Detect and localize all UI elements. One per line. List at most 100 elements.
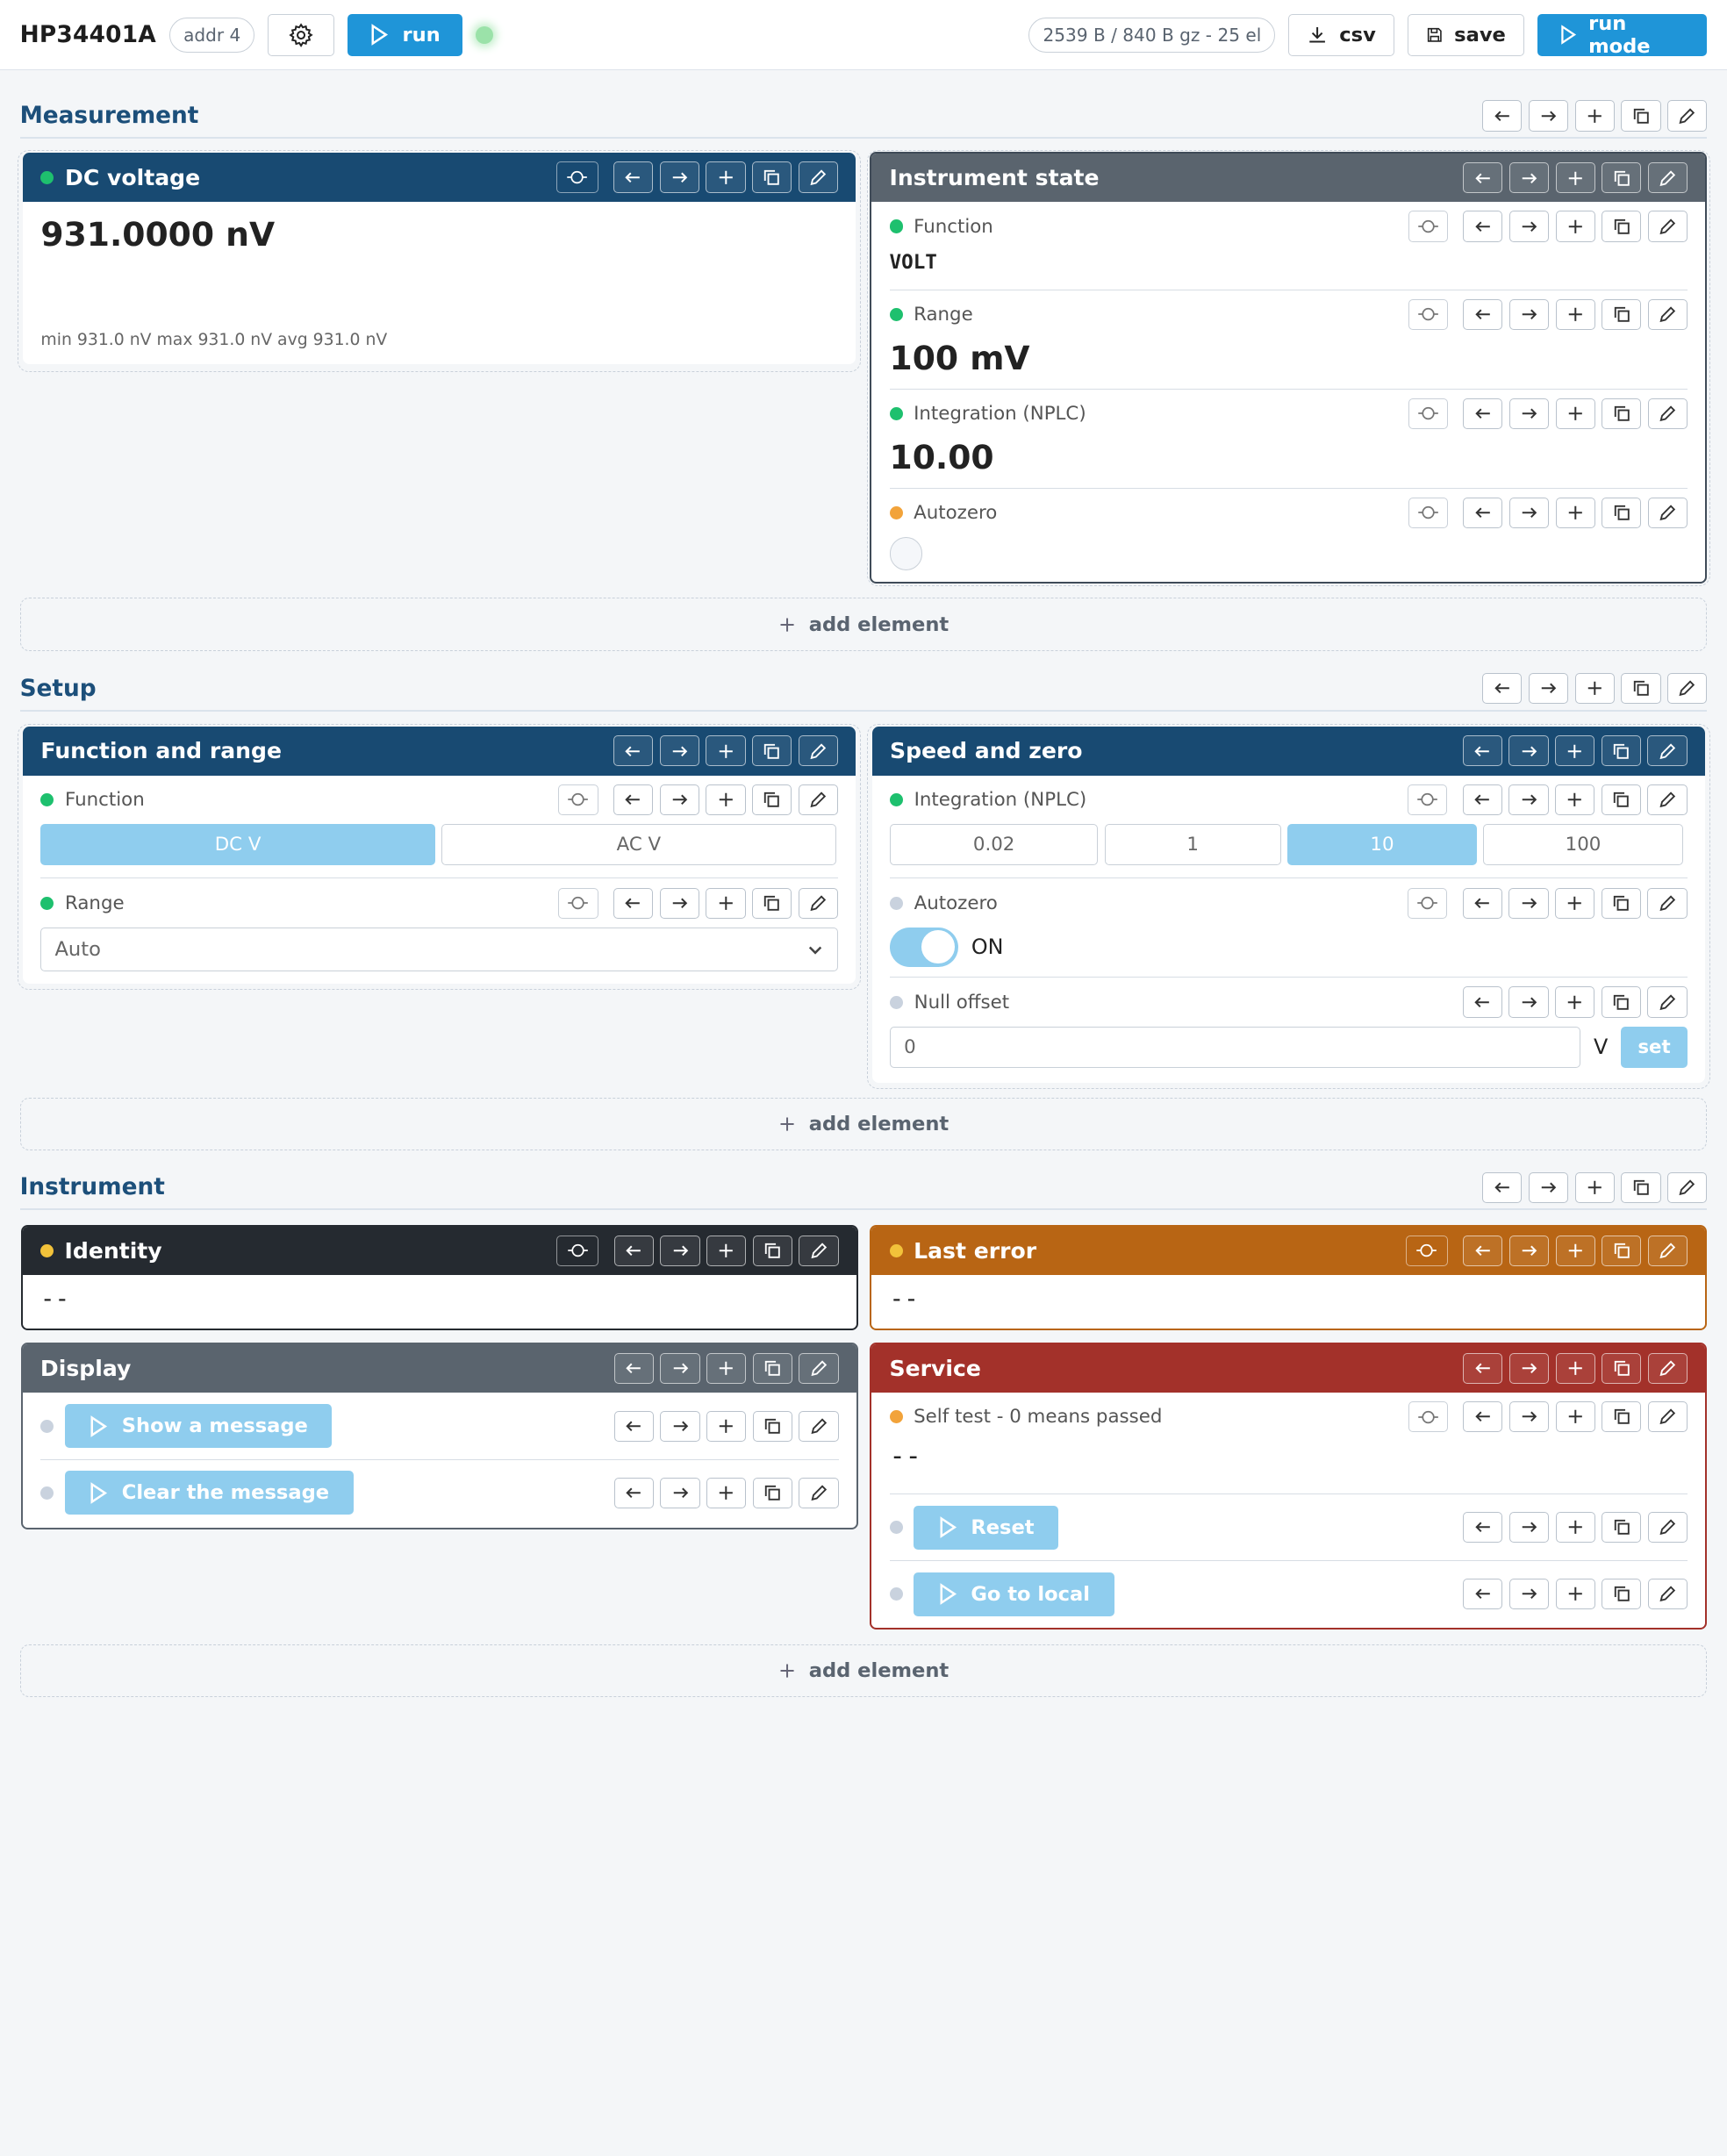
edit-button[interactable] bbox=[798, 784, 839, 815]
duplicate-button[interactable] bbox=[1601, 784, 1641, 815]
duplicate-button[interactable] bbox=[752, 1235, 792, 1266]
edit-button[interactable] bbox=[1667, 1171, 1708, 1203]
move-right-button[interactable] bbox=[659, 161, 699, 193]
add-element-button[interactable]: add element bbox=[19, 1098, 1708, 1151]
run-button[interactable]: run bbox=[347, 13, 462, 56]
edit-button[interactable] bbox=[1647, 1235, 1688, 1266]
move-right-button[interactable] bbox=[1529, 673, 1569, 705]
move-left-button[interactable] bbox=[1462, 986, 1502, 1018]
move-right-button[interactable] bbox=[1529, 1171, 1569, 1203]
edit-button[interactable] bbox=[1647, 1401, 1688, 1433]
move-left-button[interactable] bbox=[613, 784, 654, 815]
run-mode-button[interactable]: run mode bbox=[1537, 12, 1708, 58]
move-right-button[interactable] bbox=[1508, 1352, 1550, 1385]
move-right-button[interactable] bbox=[1508, 211, 1550, 242]
duplicate-button[interactable] bbox=[1621, 1171, 1661, 1203]
add-button[interactable] bbox=[1555, 735, 1595, 767]
duplicate-button[interactable] bbox=[1601, 735, 1641, 767]
move-right-button[interactable] bbox=[1508, 887, 1549, 919]
add-button[interactable] bbox=[1555, 1235, 1595, 1266]
add-button[interactable] bbox=[1574, 673, 1615, 705]
move-right-button[interactable] bbox=[1508, 298, 1550, 330]
settings-button[interactable] bbox=[268, 13, 334, 56]
edit-button[interactable] bbox=[1647, 398, 1688, 429]
reset-button[interactable]: Reset bbox=[914, 1505, 1059, 1550]
move-right-button[interactable] bbox=[660, 1477, 700, 1508]
move-left-button[interactable] bbox=[1482, 673, 1523, 705]
add-element-button[interactable]: add element bbox=[19, 1644, 1708, 1697]
add-button[interactable] bbox=[1555, 398, 1595, 429]
move-left-button[interactable] bbox=[1462, 735, 1502, 767]
option-nplc-1[interactable]: 1 bbox=[1104, 823, 1281, 866]
move-left-button[interactable] bbox=[1463, 1352, 1503, 1385]
range-select[interactable]: Auto bbox=[40, 927, 839, 971]
move-left-button[interactable] bbox=[1463, 1512, 1503, 1544]
move-right-button[interactable] bbox=[1508, 735, 1549, 767]
move-left-button[interactable] bbox=[613, 161, 654, 193]
add-button[interactable] bbox=[1555, 1401, 1595, 1433]
move-right-button[interactable] bbox=[1508, 1235, 1550, 1266]
move-left-button[interactable] bbox=[1463, 298, 1503, 330]
save-button[interactable]: save bbox=[1407, 13, 1524, 56]
add-button[interactable] bbox=[1555, 1579, 1595, 1610]
duplicate-button[interactable] bbox=[1621, 673, 1661, 705]
duplicate-button[interactable] bbox=[1602, 1579, 1642, 1610]
edit-button[interactable] bbox=[798, 735, 839, 767]
option-nplc-10[interactable]: 10 bbox=[1287, 823, 1477, 866]
move-right-button[interactable] bbox=[1508, 784, 1549, 815]
edit-button[interactable] bbox=[798, 887, 839, 919]
duplicate-button[interactable] bbox=[1601, 986, 1641, 1018]
edit-button[interactable] bbox=[1647, 1352, 1688, 1385]
duplicate-button[interactable] bbox=[1602, 162, 1642, 194]
refresh-button[interactable] bbox=[1408, 784, 1448, 815]
edit-button[interactable] bbox=[1647, 298, 1688, 330]
add-button[interactable] bbox=[1555, 986, 1595, 1018]
duplicate-button[interactable] bbox=[752, 735, 792, 767]
duplicate-button[interactable] bbox=[1602, 497, 1642, 528]
move-right-button[interactable] bbox=[1508, 398, 1550, 429]
move-right-button[interactable] bbox=[1529, 100, 1569, 132]
add-button[interactable] bbox=[706, 784, 746, 815]
duplicate-button[interactable] bbox=[752, 1477, 792, 1508]
move-right-button[interactable] bbox=[660, 1235, 700, 1266]
move-left-button[interactable] bbox=[1463, 162, 1503, 194]
move-left-button[interactable] bbox=[1463, 1235, 1503, 1266]
refresh-button[interactable] bbox=[555, 161, 598, 193]
move-left-button[interactable] bbox=[1463, 1401, 1503, 1433]
move-right-button[interactable] bbox=[1508, 1401, 1550, 1433]
edit-button[interactable] bbox=[1647, 1579, 1688, 1610]
edit-button[interactable] bbox=[1647, 1512, 1688, 1544]
duplicate-button[interactable] bbox=[752, 887, 792, 919]
duplicate-button[interactable] bbox=[1602, 1352, 1642, 1385]
move-right-button[interactable] bbox=[660, 1352, 700, 1385]
refresh-button[interactable] bbox=[556, 1235, 599, 1266]
refresh-button[interactable] bbox=[558, 784, 598, 815]
move-left-button[interactable] bbox=[1463, 211, 1503, 242]
set-button[interactable]: set bbox=[1621, 1026, 1688, 1069]
refresh-button[interactable] bbox=[1406, 1235, 1448, 1266]
move-left-button[interactable] bbox=[1463, 398, 1503, 429]
duplicate-button[interactable] bbox=[1602, 211, 1642, 242]
move-left-button[interactable] bbox=[613, 1235, 654, 1266]
add-button[interactable] bbox=[706, 1352, 747, 1385]
edit-button[interactable] bbox=[1647, 211, 1688, 242]
refresh-button[interactable] bbox=[1408, 1401, 1448, 1433]
autozero-toggle[interactable] bbox=[890, 927, 958, 967]
move-right-button[interactable] bbox=[659, 887, 699, 919]
move-left-button[interactable] bbox=[613, 887, 654, 919]
move-left-button[interactable] bbox=[1462, 887, 1502, 919]
add-button[interactable] bbox=[1574, 100, 1615, 132]
show-message-button[interactable]: Show a message bbox=[64, 1404, 333, 1449]
move-left-button[interactable] bbox=[1463, 1579, 1503, 1610]
duplicate-button[interactable] bbox=[752, 161, 792, 193]
add-button[interactable] bbox=[706, 1235, 747, 1266]
clear-message-button[interactable]: Clear the message bbox=[64, 1471, 354, 1515]
move-left-button[interactable] bbox=[1463, 497, 1503, 528]
add-element-button[interactable]: add element bbox=[19, 598, 1708, 651]
duplicate-button[interactable] bbox=[1602, 1235, 1642, 1266]
add-button[interactable] bbox=[1555, 784, 1595, 815]
move-right-button[interactable] bbox=[1508, 1579, 1550, 1610]
move-right-button[interactable] bbox=[1508, 497, 1550, 528]
duplicate-button[interactable] bbox=[752, 1352, 792, 1385]
add-button[interactable] bbox=[1555, 298, 1595, 330]
